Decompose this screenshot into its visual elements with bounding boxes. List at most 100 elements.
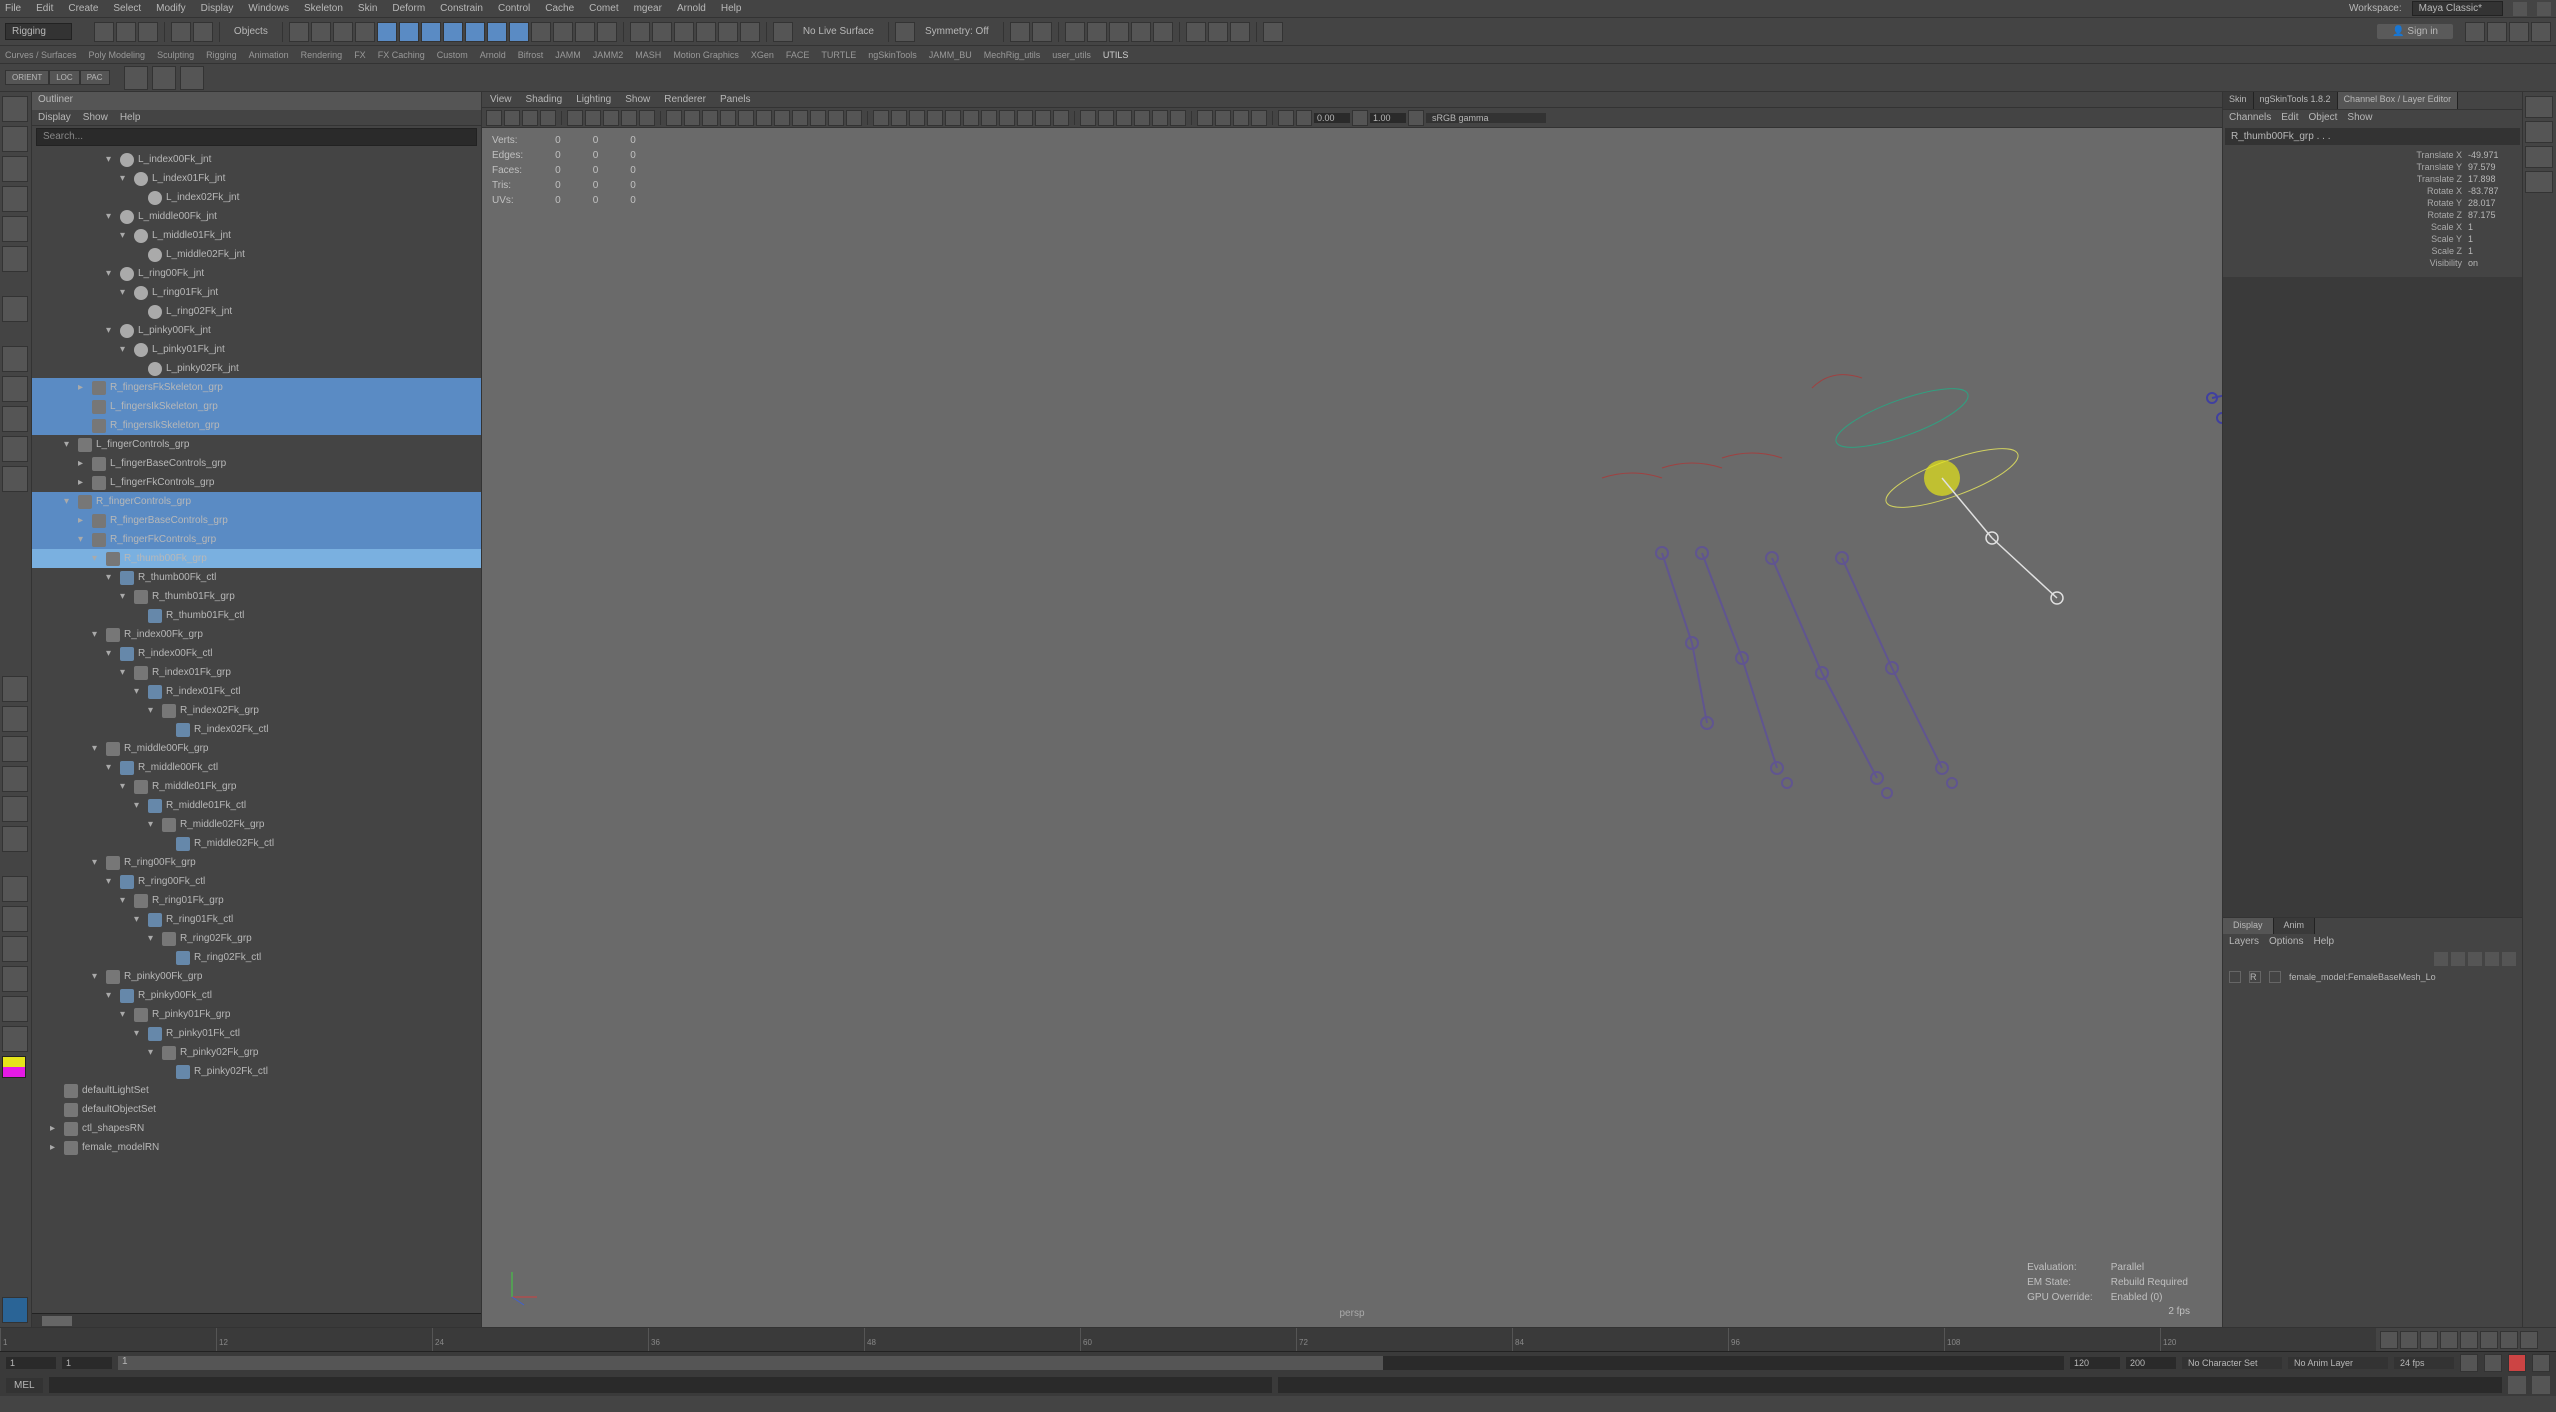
- menu-deform[interactable]: Deform: [392, 3, 425, 14]
- expand-icon[interactable]: ▾: [120, 781, 130, 792]
- rotate-tool-icon[interactable]: [2, 216, 28, 242]
- vp-gamma-field[interactable]: 1.00: [1370, 113, 1406, 123]
- expand-icon[interactable]: ▾: [120, 230, 130, 241]
- shelf-tab[interactable]: Sculpting: [157, 50, 194, 60]
- vp-icon[interactable]: [1278, 110, 1294, 126]
- outliner-row[interactable]: ▾R_ring01Fk_ctl: [32, 910, 481, 929]
- help-line-icon[interactable]: [2532, 1376, 2550, 1394]
- vp-icon[interactable]: [540, 110, 556, 126]
- attr-value[interactable]: on: [2468, 258, 2518, 268]
- cb-menu-edit[interactable]: Edit: [2281, 112, 2298, 124]
- vp-icon[interactable]: [738, 110, 754, 126]
- vp-exposure-field[interactable]: 0.00: [1314, 113, 1350, 123]
- outliner-row[interactable]: ▾R_ring01Fk_grp: [32, 891, 481, 910]
- channel-attr-row[interactable]: Visibilityon: [2227, 257, 2518, 269]
- new-scene-icon[interactable]: [94, 22, 114, 42]
- expand-icon[interactable]: ▾: [64, 439, 74, 450]
- outliner-row[interactable]: L_fingersIkSkeleton_grp: [32, 397, 481, 416]
- shelf-tab[interactable]: Rigging: [206, 50, 237, 60]
- outliner-row[interactable]: ▾L_pinky01Fk_jnt: [32, 340, 481, 359]
- script-editor-icon[interactable]: [2508, 1376, 2526, 1394]
- expand-icon[interactable]: ▾: [106, 762, 116, 773]
- cb-menu-channels[interactable]: Channels: [2229, 112, 2271, 124]
- shelf-tab[interactable]: Curves / Surfaces: [5, 50, 77, 60]
- last-tool-icon[interactable]: [2, 296, 28, 322]
- shelf-tab[interactable]: XGen: [751, 50, 774, 60]
- vp-icon[interactable]: [1134, 110, 1150, 126]
- menu-skin[interactable]: Skin: [358, 3, 377, 14]
- channel-attr-row[interactable]: Scale X1: [2227, 221, 2518, 233]
- shelf-tab[interactable]: FX: [354, 50, 366, 60]
- right-tool-2-icon[interactable]: [2487, 22, 2507, 42]
- outliner-row[interactable]: ▾R_fingerControls_grp: [32, 492, 481, 511]
- expand-icon[interactable]: ▾: [106, 325, 116, 336]
- shelf-tab[interactable]: ngSkinTools: [868, 50, 917, 60]
- range-slider[interactable]: 1: [118, 1356, 2064, 1370]
- redo-icon[interactable]: [193, 22, 213, 42]
- outliner-row[interactable]: ▾R_middle00Fk_grp: [32, 739, 481, 758]
- scale-tool-icon[interactable]: [2, 246, 28, 272]
- expand-icon[interactable]: ▾: [134, 1028, 144, 1039]
- vp-icon[interactable]: [666, 110, 682, 126]
- vp-icon[interactable]: [1035, 110, 1051, 126]
- outliner-row[interactable]: ▾R_ring00Fk_grp: [32, 853, 481, 872]
- menu-create[interactable]: Create: [68, 3, 98, 14]
- expand-icon[interactable]: ▾: [120, 667, 130, 678]
- outliner-row[interactable]: ▸R_fingersFkSkeleton_grp: [32, 378, 481, 397]
- expand-icon[interactable]: ▾: [106, 154, 116, 165]
- paint-select-tool-icon[interactable]: [2, 156, 28, 182]
- snap-1-icon[interactable]: [630, 22, 650, 42]
- expand-icon[interactable]: ▸: [78, 477, 88, 488]
- misc-2-icon[interactable]: [2, 906, 28, 932]
- layer-tool-icon[interactable]: [2451, 952, 2465, 966]
- character-set-select[interactable]: No Character Set: [2182, 1357, 2282, 1369]
- step-fwd-icon[interactable]: [2480, 1331, 2498, 1349]
- vp-menu-shading[interactable]: Shading: [526, 94, 563, 105]
- vp-icon[interactable]: [792, 110, 808, 126]
- step-fwd-key-icon[interactable]: [2500, 1331, 2518, 1349]
- shelf-tab[interactable]: Rendering: [301, 50, 343, 60]
- selected-object-name[interactable]: R_thumb00Fk_grp . . .: [2225, 128, 2520, 145]
- sel-mode-10-icon[interactable]: [487, 22, 507, 42]
- expand-icon[interactable]: ▾: [106, 211, 116, 222]
- outliner-row[interactable]: ▾R_index01Fk_grp: [32, 663, 481, 682]
- vp-icon[interactable]: [810, 110, 826, 126]
- snap-6-icon[interactable]: [740, 22, 760, 42]
- render-1-icon[interactable]: [1065, 22, 1085, 42]
- outliner-row[interactable]: ▾L_index00Fk_jnt: [32, 150, 481, 169]
- outliner-row[interactable]: ▾L_middle00Fk_jnt: [32, 207, 481, 226]
- vp-icon[interactable]: [1116, 110, 1132, 126]
- cb-menu-object[interactable]: Object: [2309, 112, 2338, 124]
- vp-menu-view[interactable]: View: [490, 94, 512, 105]
- menu-arnold[interactable]: Arnold: [677, 3, 706, 14]
- expand-icon[interactable]: ▾: [64, 496, 74, 507]
- expand-icon[interactable]: ▾: [92, 629, 102, 640]
- vp-icon[interactable]: [1017, 110, 1033, 126]
- sel-mode-3-icon[interactable]: [333, 22, 353, 42]
- expand-icon[interactable]: ▾: [92, 743, 102, 754]
- outliner-row[interactable]: ▾L_ring01Fk_jnt: [32, 283, 481, 302]
- expand-icon[interactable]: ▾: [120, 344, 130, 355]
- outliner-row[interactable]: L_index02Fk_jnt: [32, 188, 481, 207]
- attr-value[interactable]: -49.971: [2468, 150, 2518, 160]
- vp-menu-show[interactable]: Show: [625, 94, 650, 105]
- expand-icon[interactable]: ▾: [92, 971, 102, 982]
- expand-icon[interactable]: ▾: [148, 1047, 158, 1058]
- misc-5-icon[interactable]: [2, 996, 28, 1022]
- menu-control[interactable]: Control: [498, 3, 530, 14]
- modeling-toolkit-icon[interactable]: [2525, 171, 2553, 193]
- menu-skeleton[interactable]: Skeleton: [304, 3, 343, 14]
- render-5-icon[interactable]: [1153, 22, 1173, 42]
- menu-comet[interactable]: Comet: [589, 3, 618, 14]
- layer-menu-layers[interactable]: Layers: [2229, 936, 2259, 948]
- sel-mode-8-icon[interactable]: [443, 22, 463, 42]
- vp-icon[interactable]: [756, 110, 772, 126]
- shelf-tab[interactable]: Animation: [249, 50, 289, 60]
- attr-value[interactable]: 17.898: [2468, 174, 2518, 184]
- shelf-tab[interactable]: MechRig_utils: [984, 50, 1041, 60]
- step-back-icon[interactable]: [2420, 1331, 2438, 1349]
- shelf-tab[interactable]: FX Caching: [378, 50, 425, 60]
- play-2-icon[interactable]: [1208, 22, 1228, 42]
- outliner-row[interactable]: ▾R_pinky00Fk_ctl: [32, 986, 481, 1005]
- vp-icon[interactable]: [909, 110, 925, 126]
